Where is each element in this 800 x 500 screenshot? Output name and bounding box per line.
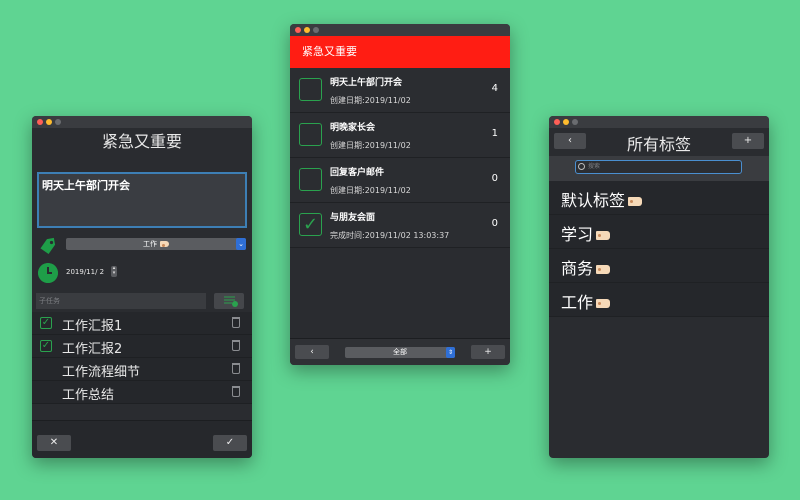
titlebar [549,116,769,128]
add-task-button[interactable]: + [471,345,505,359]
filter-value: 全部 [393,348,407,356]
todo-name: 回复客户邮件 [330,168,385,178]
clock-icon [38,263,58,283]
tag-label-icon [596,265,611,274]
close-window-button[interactable] [554,119,560,125]
tag-select-value: 工作 [143,240,157,248]
tag-list-item[interactable]: 商务 [549,249,769,283]
trash-icon[interactable] [232,363,240,374]
zoom-window-button[interactable] [572,119,578,125]
subtask-input[interactable]: 子任务 [36,293,206,309]
todo-checkbox[interactable] [299,168,322,191]
list-footer: ‹ 全部 ⇕ + [290,338,510,365]
task-editor-window: 紧急又重要 明天上午部门开会 工作 ⌄ 2019/11/ 2 ▴ ▾ 子任务 ✓… [32,116,252,458]
subtask-item[interactable]: 工作总结 [32,381,252,404]
tag-list-item[interactable]: 学习 [549,215,769,249]
subtask-item[interactable]: ✓ 工作汇报1 [32,312,252,335]
back-button[interactable]: ‹ [554,133,586,149]
todo-item[interactable]: 明晚家长会 创建日期:2019/11/02 1 [290,113,510,158]
chevron-updown-icon: ⇕ [446,347,455,358]
minimize-window-button[interactable] [563,119,569,125]
todo-date: 完成时间:2019/11/02 13:03:37 [330,231,450,240]
tag-name: 工作 [561,293,594,312]
confirm-button[interactable]: ✓ [213,435,247,451]
tag-list-item[interactable]: 工作 [549,283,769,317]
add-tag-button[interactable]: + [732,133,764,149]
todo-checkbox[interactable] [299,123,322,146]
subtask-label: 工作汇报1 [62,319,123,334]
tag-name: 学习 [561,225,594,244]
subtask-input-row: 子任务 [36,293,248,309]
tag-label-icon [628,197,643,206]
trash-icon[interactable] [232,317,240,328]
subtask-label: 工作汇报2 [62,342,123,357]
trash-icon[interactable] [232,340,240,351]
tag-name: 商务 [561,259,594,278]
subtask-count: 1 [491,128,498,139]
todo-checkbox[interactable] [299,78,322,101]
chevron-down-icon: ⌄ [236,238,246,250]
trash-icon[interactable] [232,386,240,397]
subtask-list: ✓ 工作汇报1 ✓ 工作汇报2 工作流程细节 工作总结 [32,312,252,404]
back-button[interactable]: ‹ [295,345,329,359]
titlebar [32,116,252,128]
date-value[interactable]: 2019/11/ 2 [66,268,104,276]
subtask-count: 4 [491,83,498,94]
subtask-label: 工作流程细节 [62,365,141,380]
tag-select[interactable]: 工作 ⌄ [66,238,246,250]
subtask-checkbox[interactable]: ✓ [40,317,52,329]
todo-checkbox-checked[interactable]: ✓ [299,213,322,236]
add-list-icon [224,296,238,307]
editor-footer: ✕ ✓ [32,420,252,458]
zoom-window-button[interactable] [313,27,319,33]
close-window-button[interactable] [37,119,43,125]
todo-item[interactable]: 回复客户邮件 创建日期:2019/11/02 0 [290,158,510,203]
cancel-button[interactable]: ✕ [37,435,71,451]
window-title: 紧急又重要 [101,132,182,151]
tag-list-item[interactable]: 默认标签 [549,181,769,215]
minimize-window-button[interactable] [46,119,52,125]
subtask-item[interactable]: 工作流程细节 [32,358,252,381]
tag-label-icon [596,299,611,308]
todo-date: 创建日期:2019/11/02 [330,96,411,105]
todo-item[interactable]: ✓ 与朋友会面 完成时间:2019/11/02 13:03:37 0 [290,203,510,248]
todo-date: 创建日期:2019/11/02 [330,186,411,195]
subtask-checkbox[interactable]: ✓ [40,340,52,352]
tag-icon [40,237,56,255]
search-bar: 搜索 [549,156,769,181]
todo-name: 与朋友会面 [330,213,376,223]
task-list-window: 紧急又重要 明天上午部门开会 创建日期:2019/11/02 4 明晚家长会 创… [290,24,510,365]
subtask-label: 工作总结 [62,388,115,403]
filter-select[interactable]: 全部 ⇕ [345,347,455,358]
date-stepper[interactable]: ▴ ▾ [111,266,117,277]
task-text-field[interactable]: 明天上午部门开会 [37,172,247,228]
tag-name: 默认标签 [561,191,626,210]
zoom-window-button[interactable] [55,119,61,125]
tag-label-icon [596,231,611,240]
todo-date: 创建日期:2019/11/02 [330,141,411,150]
close-window-button[interactable] [295,27,301,33]
tag-label-icon [160,241,169,247]
subtask-count: 0 [491,218,498,229]
subtask-item[interactable]: ✓ 工作汇报2 [32,335,252,358]
add-subtask-button[interactable] [214,293,244,309]
subtask-count: 0 [491,173,498,184]
search-icon [578,163,585,170]
search-input[interactable]: 搜索 [575,160,742,174]
tags-header: 所有标签 ‹ + [549,128,769,156]
category-header: 紧急又重要 [290,36,510,68]
tags-window: 所有标签 ‹ + 搜索 默认标签 学习 商务 工作 [549,116,769,458]
titlebar [290,24,510,36]
todo-item[interactable]: 明天上午部门开会 创建日期:2019/11/02 4 [290,68,510,113]
todo-name: 明晚家长会 [330,123,376,133]
minimize-window-button[interactable] [304,27,310,33]
tag-row: 工作 ⌄ [38,234,248,256]
search-placeholder: 搜索 [588,163,601,170]
todo-name: 明天上午部门开会 [330,78,403,88]
date-row: 2019/11/ 2 ▴ ▾ [38,262,248,284]
